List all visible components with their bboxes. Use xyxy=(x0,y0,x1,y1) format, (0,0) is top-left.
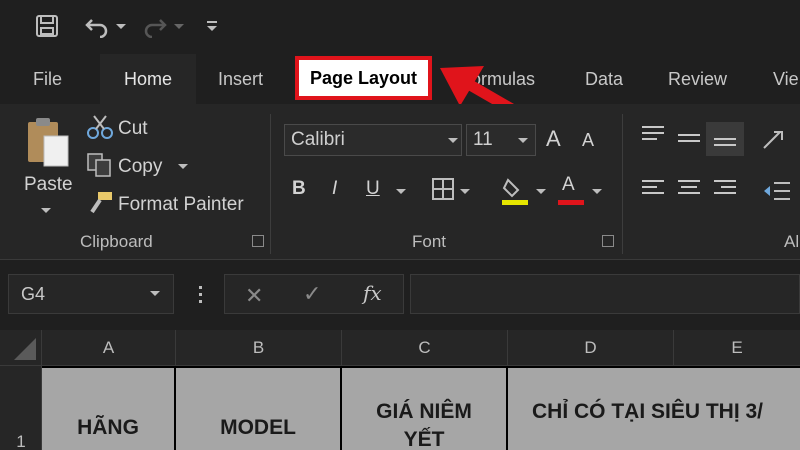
paste-icon[interactable] xyxy=(24,116,72,168)
column-header-a[interactable]: A xyxy=(42,330,176,366)
borders-dropdown-icon[interactable] xyxy=(460,189,470,194)
cell-c1[interactable]: GIÁ NIÊM YẾT xyxy=(342,366,508,450)
ribbon-separator xyxy=(270,114,271,254)
format-painter-icon xyxy=(86,190,114,216)
name-box-dropdown-icon[interactable] xyxy=(150,291,160,296)
bottom-align-button[interactable] xyxy=(706,122,744,156)
clipboard-launcher-icon[interactable] xyxy=(252,235,264,247)
borders-icon[interactable] xyxy=(432,178,454,200)
tab-file[interactable]: File xyxy=(33,54,62,104)
cell-a1[interactable]: HÃNG xyxy=(42,366,176,450)
tab-page-layout-label: Page Layout xyxy=(309,68,418,88)
save-icon[interactable] xyxy=(30,10,64,42)
cell-b1-text: MODEL xyxy=(220,416,296,439)
fill-color-icon[interactable] xyxy=(502,176,528,206)
tab-review[interactable]: Review xyxy=(668,54,727,104)
cut-button[interactable]: Cut xyxy=(118,118,148,140)
name-box-value: G4 xyxy=(21,284,46,304)
column-header-d[interactable]: D xyxy=(508,330,674,366)
ribbon-separator xyxy=(622,114,623,254)
paste-button[interactable]: Paste xyxy=(24,174,73,196)
tab-insert[interactable]: Insert xyxy=(218,54,263,104)
cell-c1-text: GIÁ NIÊM YẾT xyxy=(376,400,472,450)
clipboard-group-label: Clipboard xyxy=(80,232,153,251)
column-header-e[interactable]: E xyxy=(674,330,800,366)
column-header-b[interactable]: B xyxy=(176,330,342,366)
undo-icon[interactable] xyxy=(82,10,112,42)
orientation-icon[interactable] xyxy=(760,128,788,152)
font-launcher-icon[interactable] xyxy=(602,235,614,247)
underline-dropdown-icon[interactable] xyxy=(396,189,406,194)
decrease-indent-icon[interactable] xyxy=(762,180,790,202)
redo-icon[interactable] xyxy=(140,10,170,42)
italic-button[interactable]: I xyxy=(332,178,337,200)
fill-color-dropdown-icon[interactable] xyxy=(536,189,546,194)
ribbon-panel: Paste Cut Copy Format Painter Clipboard … xyxy=(0,104,800,260)
tab-page-layout[interactable]: Page Layout xyxy=(295,56,432,100)
alignment-group-label: Al xyxy=(784,232,800,251)
grow-font-button[interactable]: A xyxy=(546,126,561,152)
quick-access-toolbar xyxy=(0,0,800,54)
copy-dropdown-icon[interactable] xyxy=(178,164,188,169)
cancel-icon[interactable]: ✕ xyxy=(245,283,263,309)
font-color-icon[interactable]: A xyxy=(558,174,584,206)
font-color-dropdown-icon[interactable] xyxy=(592,189,602,194)
font-color-label: A xyxy=(562,174,575,195)
cell-b1[interactable]: MODEL xyxy=(176,366,342,450)
tab-view[interactable]: Vie xyxy=(773,54,799,104)
tab-home[interactable]: Home xyxy=(100,54,196,104)
formula-input[interactable] xyxy=(410,274,800,314)
middle-align-icon[interactable] xyxy=(678,134,700,152)
format-painter-button[interactable]: Format Painter xyxy=(118,194,244,216)
align-center-icon[interactable] xyxy=(678,180,700,198)
cut-icon xyxy=(86,114,114,140)
font-group-label: Font xyxy=(412,232,447,251)
bottom-align-icon xyxy=(714,138,736,156)
undo-dropdown-icon[interactable] xyxy=(114,10,128,42)
paste-dropdown-icon[interactable] xyxy=(41,208,51,213)
copy-icon xyxy=(86,152,114,178)
row-number-1: 1 xyxy=(16,432,26,450)
font-name-dropdown-icon[interactable] xyxy=(448,138,458,143)
font-size-dropdown-icon[interactable] xyxy=(518,138,528,143)
font-name-value: Calibri xyxy=(291,129,345,150)
customize-toolbar-icon[interactable] xyxy=(204,10,220,42)
font-size-value: 11 xyxy=(473,129,493,150)
select-all-button[interactable] xyxy=(0,330,42,366)
more-options-icon[interactable] xyxy=(196,284,204,306)
insert-function-button[interactable]: fx xyxy=(363,281,382,305)
cell-d1[interactable]: CHỈ CÓ TẠI SIÊU THỊ 3/ xyxy=(508,366,800,450)
bold-button[interactable]: B xyxy=(292,178,306,200)
enter-icon[interactable]: ✓ xyxy=(303,281,321,307)
shrink-font-button[interactable]: A xyxy=(582,130,594,151)
redo-dropdown-icon[interactable] xyxy=(172,10,186,42)
row-header[interactable]: 1 xyxy=(0,366,42,450)
column-header-c[interactable]: C xyxy=(342,330,508,366)
formula-controls: ✕ ✓ fx xyxy=(224,274,404,314)
column-headers: A B C D E xyxy=(0,330,800,366)
align-right-icon[interactable] xyxy=(714,180,736,198)
align-left-icon[interactable] xyxy=(642,180,664,198)
font-name-select[interactable]: Calibri xyxy=(284,124,462,156)
underline-button[interactable]: U xyxy=(366,178,380,200)
copy-button[interactable]: Copy xyxy=(118,156,162,178)
cell-a1-text: HÃNG xyxy=(77,416,139,439)
tab-data[interactable]: Data xyxy=(585,54,623,104)
top-align-icon[interactable] xyxy=(642,126,664,144)
cell-d1-text: CHỈ CÓ TẠI SIÊU THỊ 3/ xyxy=(532,400,764,423)
